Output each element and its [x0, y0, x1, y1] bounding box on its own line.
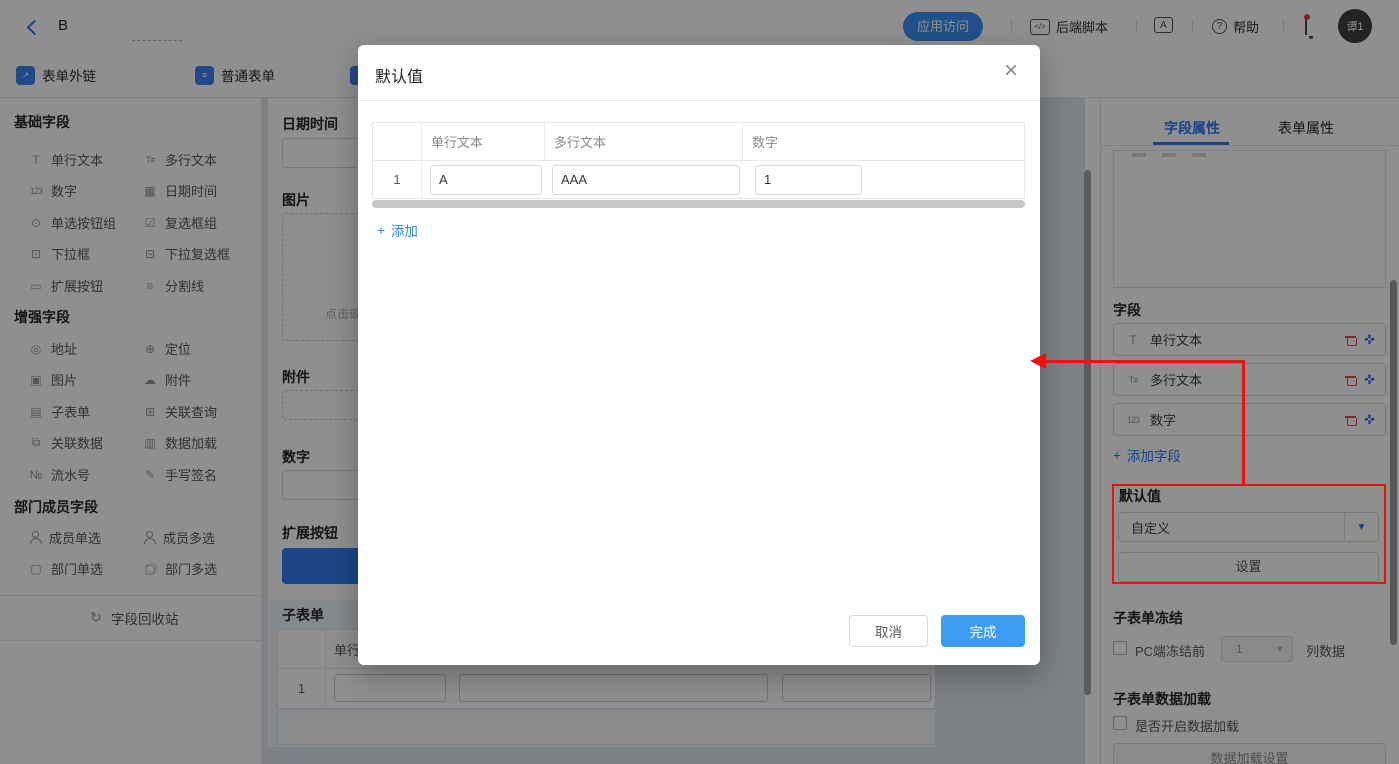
app-root: B 应用访问 </> 后端脚本 A ? 帮助 谭1 ↗ 表单外链 ≡ 普通表单 …	[0, 0, 1399, 764]
index-column-header	[373, 123, 422, 160]
column-header-single-line: 单行文本	[422, 123, 545, 160]
row-index: 1	[373, 160, 422, 199]
number-value-input[interactable]: 1	[755, 165, 862, 195]
annotation-arrowhead	[1030, 353, 1046, 369]
modal-header-divider	[358, 100, 1040, 101]
default-value-table: 单行文本 多行文本 数字 1 A AAA 1	[372, 122, 1025, 199]
modal-title: 默认值	[375, 63, 423, 87]
close-icon[interactable]: ×	[1004, 57, 1018, 85]
column-header-multi-line: 多行文本	[545, 123, 743, 160]
table-horizontal-scrollbar[interactable]	[372, 200, 1025, 208]
table-row-divider	[373, 160, 1024, 161]
multi-line-value-input[interactable]: AAA	[552, 165, 740, 195]
plus-icon: +	[377, 223, 385, 238]
add-row-label: 添加	[391, 220, 418, 240]
cancel-button[interactable]: 取消	[849, 615, 928, 647]
annotation-arrow-line-vertical	[1242, 360, 1245, 485]
column-header-number: 数字	[743, 123, 1024, 160]
annotation-arrow-line-horizontal	[1045, 360, 1245, 363]
single-line-value-input[interactable]: A	[430, 165, 542, 195]
annotation-highlight-rect	[1112, 484, 1386, 584]
add-row-link[interactable]: + 添加	[377, 220, 418, 240]
done-button[interactable]: 完成	[941, 615, 1025, 647]
default-value-modal: 默认值 × 单行文本 多行文本 数字 1 A AAA 1 + 添加 取消 完成	[358, 45, 1040, 665]
